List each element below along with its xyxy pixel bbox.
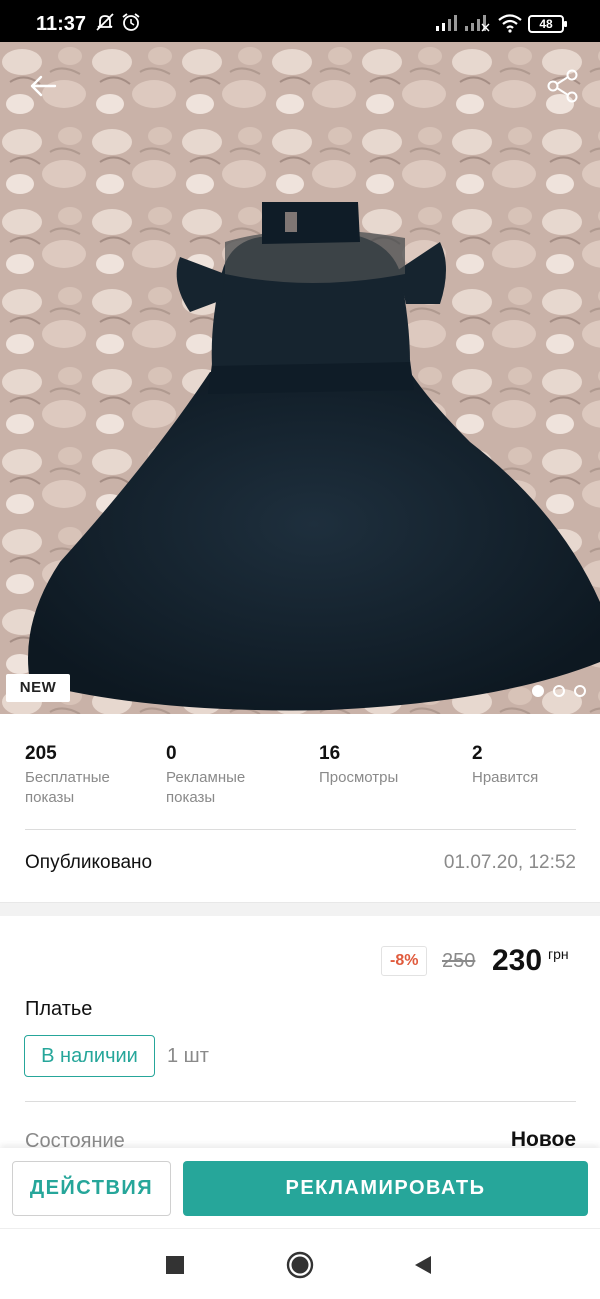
stat-label: Рекламные показы xyxy=(166,769,246,806)
stat-free-impressions: 205 Бесплатные показы xyxy=(25,742,155,808)
old-price: 250 xyxy=(442,950,476,972)
home-button[interactable] xyxy=(284,1249,316,1281)
back-nav-button[interactable] xyxy=(407,1249,439,1281)
stat-likes: 2 Нравится xyxy=(472,742,600,788)
system-nav-bar xyxy=(0,1228,600,1299)
stock-status-badge: В наличии xyxy=(24,1035,155,1077)
promote-button[interactable]: РЕКЛАМИРОВАТЬ xyxy=(183,1161,588,1216)
item-title: Платье xyxy=(25,998,93,1020)
share-button[interactable] xyxy=(541,64,585,108)
stat-paid-impressions: 0 Рекламные показы xyxy=(166,742,296,808)
pagination-dot[interactable] xyxy=(553,685,565,697)
stat-label: Бесплатные показы xyxy=(25,769,110,806)
current-price: 230 xyxy=(492,944,543,977)
stat-label: Нравится xyxy=(472,769,539,786)
square-icon xyxy=(166,1256,184,1274)
alarm-icon xyxy=(121,12,141,37)
back-button[interactable] xyxy=(21,64,65,108)
wifi-icon xyxy=(497,13,523,38)
stat-label: Просмотры xyxy=(319,769,399,786)
published-date: 01.07.20, 12:52 xyxy=(443,852,576,873)
product-photo[interactable]: NEW xyxy=(0,42,600,714)
status-time: 11:37 xyxy=(36,13,87,35)
photo-pagination[interactable] xyxy=(532,685,586,697)
stat-value: 0 xyxy=(166,743,177,764)
actions-button[interactable]: ДЕЙСТВИЯ xyxy=(12,1161,171,1216)
section-separator xyxy=(0,902,600,916)
discount-badge: -8% xyxy=(381,946,428,976)
item-quantity: 1 шт xyxy=(167,1045,209,1067)
new-badge: NEW xyxy=(6,674,70,702)
mute-bell-icon xyxy=(95,12,115,37)
currency-label: грн xyxy=(548,946,569,962)
pagination-dot[interactable] xyxy=(574,685,586,697)
recents-button[interactable] xyxy=(159,1249,191,1281)
triangle-back-icon xyxy=(415,1256,431,1274)
battery-icon: 48 xyxy=(528,15,567,33)
share-icon xyxy=(547,69,578,103)
signal-icon xyxy=(464,14,490,37)
published-label: Опубликовано xyxy=(25,852,153,873)
pagination-dot[interactable] xyxy=(532,685,544,697)
divider xyxy=(25,1101,576,1102)
stat-value: 205 xyxy=(25,743,57,764)
divider xyxy=(25,829,576,830)
published-row: Опубликовано 01.07.20, 12:52 xyxy=(25,852,576,880)
circle-icon xyxy=(286,1251,314,1279)
stat-value: 16 xyxy=(319,743,341,764)
back-arrow-icon xyxy=(30,75,57,97)
dress-image xyxy=(0,42,600,714)
action-bar: ДЕЙСТВИЯ РЕКЛАМИРОВАТЬ xyxy=(0,1148,600,1228)
stat-value: 2 xyxy=(472,743,483,764)
status-bar: 11:37 48 xyxy=(0,0,600,42)
signal-icon xyxy=(435,14,459,37)
listing-stats: 205 Бесплатные показы 0 Рекламные показы… xyxy=(0,742,600,832)
stat-views: 16 Просмотры xyxy=(319,742,449,788)
